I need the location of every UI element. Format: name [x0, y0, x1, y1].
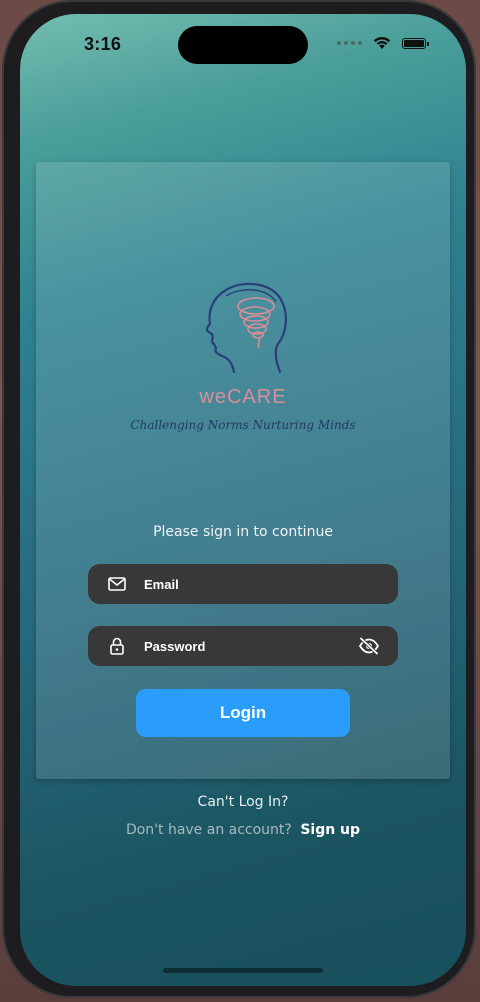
brand-tagline: Challenging Norms Nurturing Minds — [130, 418, 356, 432]
signal-dots-icon — [337, 41, 362, 45]
password-field[interactable] — [88, 626, 398, 666]
brand-name: weCARE — [199, 386, 287, 408]
signup-prompt: Don't have an account? Sign up — [20, 822, 466, 838]
status-bar: 3:16 — [20, 14, 466, 70]
signup-link[interactable]: Sign up — [300, 822, 360, 838]
app-screen: 3:16 weCARE Challenging Norms Nurturing … — [20, 14, 466, 986]
login-card: weCARE Challenging Norms Nurturing Minds… — [36, 162, 450, 779]
battery-icon — [402, 37, 429, 49]
login-button[interactable]: Login — [136, 689, 350, 737]
email-input[interactable] — [142, 575, 398, 593]
mail-icon — [106, 573, 128, 595]
status-icons — [337, 36, 429, 50]
head-brain-spiral-icon — [205, 282, 287, 374]
cant-login-link[interactable]: Can't Log In? — [20, 794, 466, 810]
home-indicator[interactable] — [163, 968, 323, 973]
no-account-text: Don't have an account? — [125, 822, 292, 838]
password-input[interactable] — [142, 637, 358, 655]
sign-in-prompt: Please sign in to continue — [153, 524, 333, 540]
lock-icon — [106, 635, 128, 657]
status-time: 3:16 — [84, 34, 122, 54]
email-field[interactable] — [88, 564, 398, 604]
phone-frame: 3:16 weCARE Challenging Norms Nurturing … — [2, 0, 476, 998]
dynamic-island — [178, 26, 308, 64]
eye-off-icon[interactable] — [358, 635, 380, 657]
wifi-icon — [373, 37, 391, 49]
